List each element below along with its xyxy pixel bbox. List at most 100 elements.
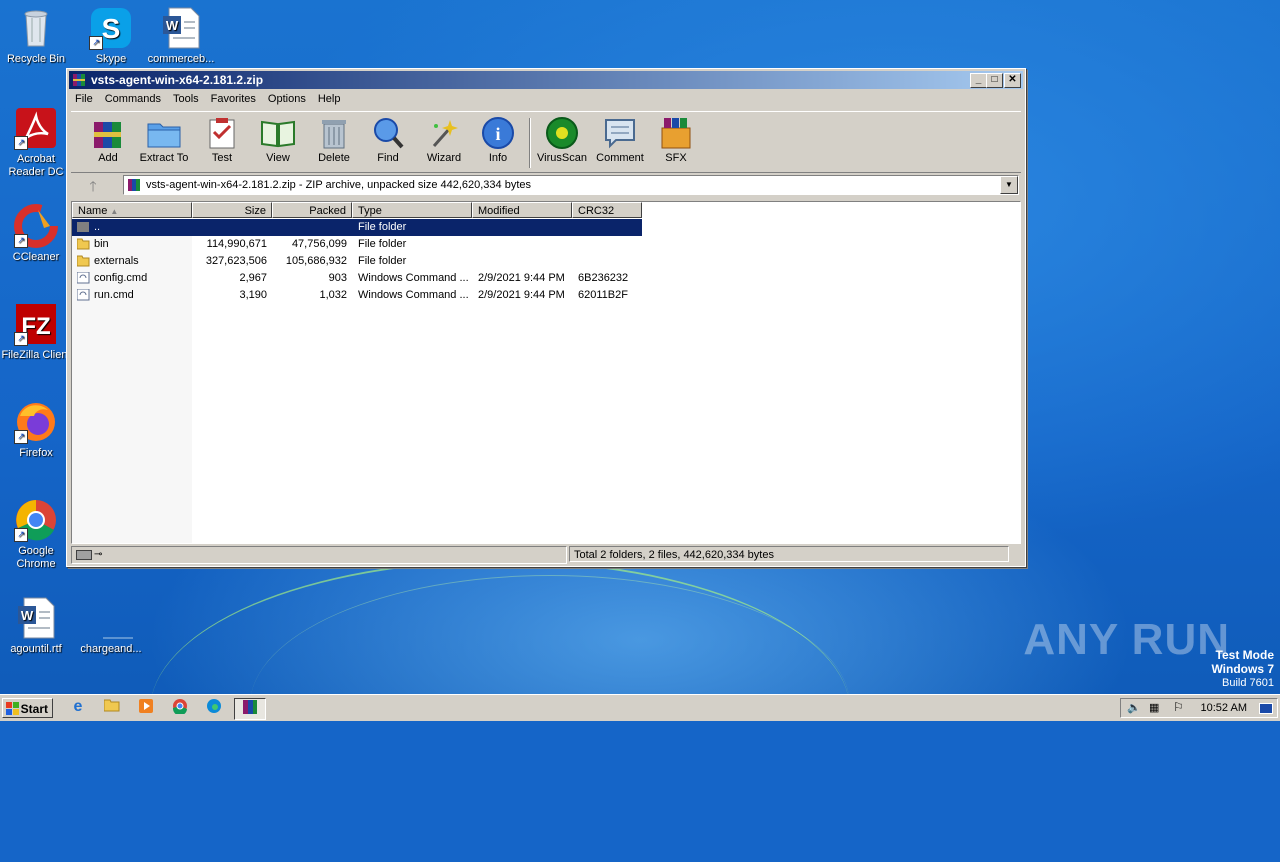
cell-packed: 1,032	[319, 289, 347, 301]
wizard-button[interactable]: Wizard	[415, 116, 473, 164]
desktop-icon-skype[interactable]: S ↗ Skype	[76, 6, 146, 66]
acrobat-icon: ↗	[14, 106, 58, 150]
wand-icon	[426, 116, 462, 150]
column-header-label: Name	[78, 205, 108, 217]
comment-button[interactable]: Comment	[591, 116, 649, 164]
archive-path-field[interactable]: vsts-agent-win-x64-2.181.2.zip - ZIP arc…	[123, 175, 1019, 195]
status-summary: Total 2 folders, 2 files, 442,620,334 by…	[569, 546, 1009, 562]
desktop-icon-label: CCleaner	[12, 251, 60, 263]
toolbar-label: Test	[211, 152, 233, 164]
find-button[interactable]: Find	[359, 116, 417, 164]
cell-name: bin	[94, 238, 109, 250]
winrar-icon	[72, 73, 86, 87]
minimize-button[interactable]: _	[970, 73, 987, 88]
firefox-icon: ↗	[14, 400, 58, 444]
desktop-icon-chrome[interactable]: ↗ Google Chrome	[1, 498, 71, 571]
column-header-size[interactable]: Size	[192, 202, 272, 218]
desktop-icon-label: Acrobat Reader DC	[8, 153, 64, 178]
virusscan-button[interactable]: VirusScan	[533, 116, 591, 164]
delete-button[interactable]: Delete	[305, 116, 363, 164]
menu-commands[interactable]: Commands	[99, 91, 167, 105]
desktop-icon-label: Firefox	[19, 447, 53, 459]
trash-icon	[316, 116, 352, 150]
table-row[interactable]: .. File folder	[72, 219, 1020, 236]
chrome-taskbar-button[interactable]	[166, 698, 194, 718]
toolbar-label: SFX	[665, 152, 687, 164]
media-player-taskbar-button[interactable]	[132, 698, 160, 718]
anyrun-watermark: ANY RUN	[1023, 615, 1230, 664]
extract-to-button[interactable]: Extract To	[135, 116, 193, 164]
column-header-type[interactable]: Type	[352, 202, 472, 218]
cell-modified: 2/9/2021 9:44 PM	[478, 289, 565, 301]
up-one-level-button[interactable]: 🡑	[75, 176, 111, 194]
maximize-button[interactable]: □	[986, 73, 1003, 88]
table-row[interactable]: run.cmd 3,190 1,032 Windows Command ... …	[72, 287, 1020, 304]
menu-bar: File Commands Tools Favorites Options Help	[69, 91, 1023, 109]
svg-text:W: W	[21, 608, 34, 623]
clock[interactable]: 10:52 AM	[1201, 702, 1247, 714]
action-center-flag-icon[interactable]: ⚐	[1173, 700, 1184, 714]
cell-packed: 47,756,099	[291, 238, 347, 250]
table-row[interactable]: externals 327,623,506 105,686,932 File f…	[72, 253, 1020, 270]
file-list: Name ▲ Size Packed Type Modified CRC32 .…	[71, 201, 1021, 544]
column-header-modified[interactable]: Modified	[472, 202, 572, 218]
desktop-icon-label: Recycle Bin	[6, 53, 66, 65]
desktop-icon-chargeand[interactable]: chargeand...	[76, 596, 146, 656]
view-button[interactable]: View	[249, 116, 307, 164]
cell-size: 3,190	[239, 289, 267, 301]
table-row[interactable]: config.cmd 2,967 903 Windows Command ...…	[72, 270, 1020, 287]
menu-options[interactable]: Options	[262, 91, 312, 105]
cell-name: ..	[94, 221, 101, 233]
sfx-button[interactable]: SFX	[647, 116, 705, 164]
desktop-icon-recycle-bin[interactable]: Recycle Bin	[1, 6, 71, 66]
table-row[interactable]: bin 114,990,671 47,756,099 File folder	[72, 236, 1020, 253]
test-button[interactable]: Test	[193, 116, 251, 164]
word-document-icon: W	[14, 596, 58, 640]
menu-tools[interactable]: Tools	[167, 91, 205, 105]
info-button[interactable]: i Info	[469, 116, 527, 164]
drive-icon[interactable]	[76, 550, 92, 560]
column-header-packed[interactable]: Packed	[272, 202, 352, 218]
menu-file[interactable]: File	[69, 91, 99, 105]
desktop-icon-filezilla[interactable]: FZ ↗ FileZilla Client	[1, 302, 71, 362]
winrar-taskbar-button[interactable]	[234, 698, 266, 720]
desktop-icon-acrobat[interactable]: ↗ Acrobat Reader DC	[1, 106, 71, 179]
desktop-icon-firefox[interactable]: ↗ Firefox	[1, 400, 71, 460]
chevron-down-icon[interactable]: ▼	[1000, 176, 1018, 194]
desktop-icon-commerceb[interactable]: W commerceb...	[146, 6, 216, 66]
ie-taskbar-button[interactable]: e	[64, 698, 92, 718]
desktop-icon-ccleaner[interactable]: ↗ CCleaner	[1, 204, 71, 264]
view-book-icon	[260, 116, 296, 150]
archive-icon	[127, 178, 141, 192]
menu-help[interactable]: Help	[312, 91, 347, 105]
virus-scan-icon	[544, 116, 580, 150]
desktop-icon-label: commerceb...	[147, 53, 215, 65]
svg-text:S: S	[102, 13, 121, 44]
toolbar-label: VirusScan	[537, 152, 587, 164]
cell-packed: 903	[328, 272, 347, 284]
show-desktop-icon[interactable]	[1259, 703, 1273, 714]
close-button[interactable]: ✕	[1004, 73, 1021, 88]
title-bar[interactable]: vsts-agent-win-x64-2.181.2.zip _ □ ✕	[69, 71, 1023, 89]
edge-icon	[206, 699, 222, 717]
add-button[interactable]: Add	[79, 116, 137, 164]
edge-taskbar-button[interactable]	[200, 698, 228, 718]
volume-icon[interactable]: 🔈	[1127, 701, 1141, 714]
winrar-window: vsts-agent-win-x64-2.181.2.zip _ □ ✕ Fil…	[66, 68, 1026, 567]
sfx-box-icon	[658, 116, 694, 150]
column-header-crc32[interactable]: CRC32	[572, 202, 642, 218]
sort-ascending-icon: ▲	[110, 207, 119, 216]
internet-explorer-icon: e	[73, 698, 83, 715]
toolbar-label: Delete	[318, 152, 350, 164]
desktop-icon-agountil[interactable]: W agountil.rtf	[1, 596, 71, 656]
network-icon[interactable]: ▦	[1149, 701, 1159, 714]
svg-text:W: W	[166, 18, 179, 33]
menu-favorites[interactable]: Favorites	[205, 91, 262, 105]
key-icon[interactable]: ⊸	[94, 549, 102, 560]
column-header-name[interactable]: Name ▲	[72, 202, 192, 218]
word-document-icon: W	[159, 6, 203, 50]
start-button[interactable]: Start	[2, 698, 53, 718]
chrome-icon	[172, 699, 188, 717]
explorer-taskbar-button[interactable]	[98, 698, 126, 718]
desktop-icon-label: FileZilla Client	[1, 349, 71, 361]
